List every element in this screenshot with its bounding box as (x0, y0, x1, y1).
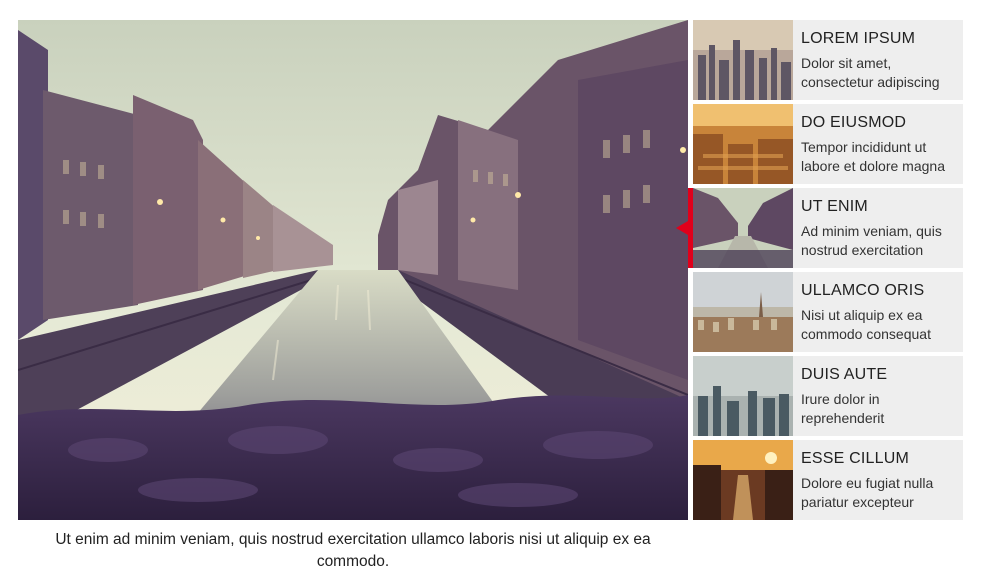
thumbnail-item[interactable]: ESSE CILLUM Dolore eu fugiat nulla paria… (693, 440, 963, 520)
thumbnail-description: Dolore eu fugiat nulla pariatur excepteu… (801, 475, 934, 510)
active-indicator-arrow-icon (676, 221, 688, 235)
thumbnail-description: Dolor sit amet, consectetur adipiscing (801, 55, 940, 90)
thumbnail-image (693, 440, 793, 520)
thumbnail-item[interactable]: DUIS AUTE Irure dolor in reprehenderit (693, 356, 963, 436)
thumbnail-item[interactable]: LOREM IPSUM Dolor sit amet, consectetur … (693, 20, 963, 100)
thumbnail-title: UT ENIM (801, 198, 868, 215)
thumbnail-title: ULLAMCO ORIS (801, 282, 925, 299)
thumbnail-title: LOREM IPSUM (801, 30, 916, 47)
thumbnail-item[interactable]: ULLAMCO ORIS Nisi ut aliquip ex ea commo… (693, 272, 963, 352)
thumbnail-item[interactable]: DO EIUSMOD Tempor incididunt ut labore e… (693, 104, 963, 184)
thumbnail-list: LOREM IPSUM Dolor sit amet, consectetur … (676, 20, 963, 524)
slide-caption: Ut enim ad minim veniam, quis nostrud ex… (55, 531, 651, 570)
thumbnail-image (693, 20, 793, 100)
thumbnail-image (693, 356, 793, 436)
thumbnail-description: Tempor incididunt ut labore et dolore ma… (801, 139, 945, 174)
thumbnail-image (693, 272, 793, 352)
thumbnail-title: DO EIUSMOD (801, 114, 907, 131)
thumbnail-description: Irure dolor in reprehenderit (801, 391, 885, 426)
thumbnail-title: ESSE CILLUM (801, 450, 910, 467)
thumbnail-item-active[interactable]: UT ENIM Ad minim veniam, quis nostrud ex… (676, 188, 963, 268)
thumbnail-image (693, 104, 793, 184)
thumbnail-image (693, 188, 793, 268)
main-slide-image[interactable] (18, 20, 688, 520)
thumbnail-title: DUIS AUTE (801, 366, 888, 383)
thumbnail-description: Nisi ut aliquip ex ea commodo consequat (801, 307, 931, 342)
canal-city-photo (18, 20, 688, 520)
thumbnail-description: Ad minim veniam, quis nostrud exercitati… (801, 223, 942, 258)
